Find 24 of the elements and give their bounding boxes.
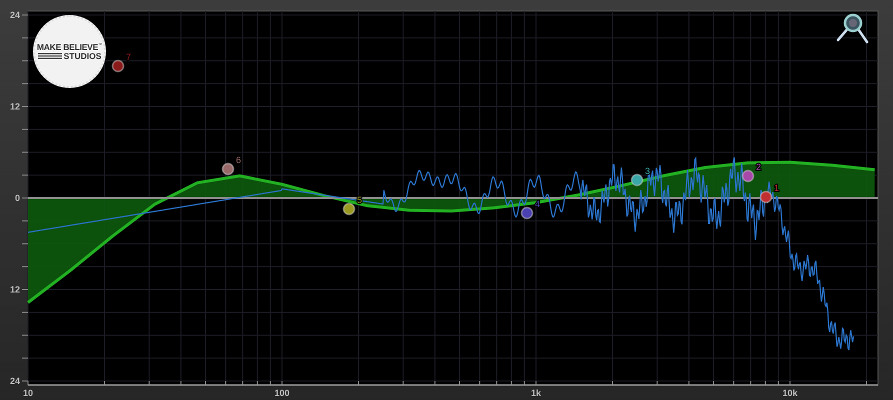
axis-label: 0 [14, 193, 20, 203]
stripes-icon [38, 53, 62, 60]
band-number: 1 [774, 183, 780, 193]
band-number: 5 [357, 195, 362, 205]
band-handle[interactable] [520, 206, 534, 220]
band-handle[interactable] [222, 162, 234, 176]
axis-label: 1k [531, 388, 541, 398]
axis-label: 24 [10, 376, 20, 386]
axis-label: 12 [10, 284, 20, 294]
band-handle[interactable] [342, 202, 356, 216]
band-handle[interactable] [742, 170, 754, 182]
band-handle[interactable] [760, 190, 772, 204]
band-number: 6 [236, 155, 242, 165]
band-number: 7 [126, 52, 132, 62]
axis-label: 12 [10, 102, 20, 112]
axis-label: 100 [274, 388, 290, 398]
axis-label: 10 [23, 388, 33, 398]
axis-label: 24 [10, 10, 20, 20]
band-handle[interactable] [112, 60, 124, 72]
axis-label: 10k [782, 388, 798, 398]
logo-text: STUDIOS [64, 52, 102, 60]
logo-text: MAKE BELIEVE [36, 42, 98, 51]
band-number: 2 [756, 162, 762, 172]
band-handle[interactable] [630, 174, 644, 186]
